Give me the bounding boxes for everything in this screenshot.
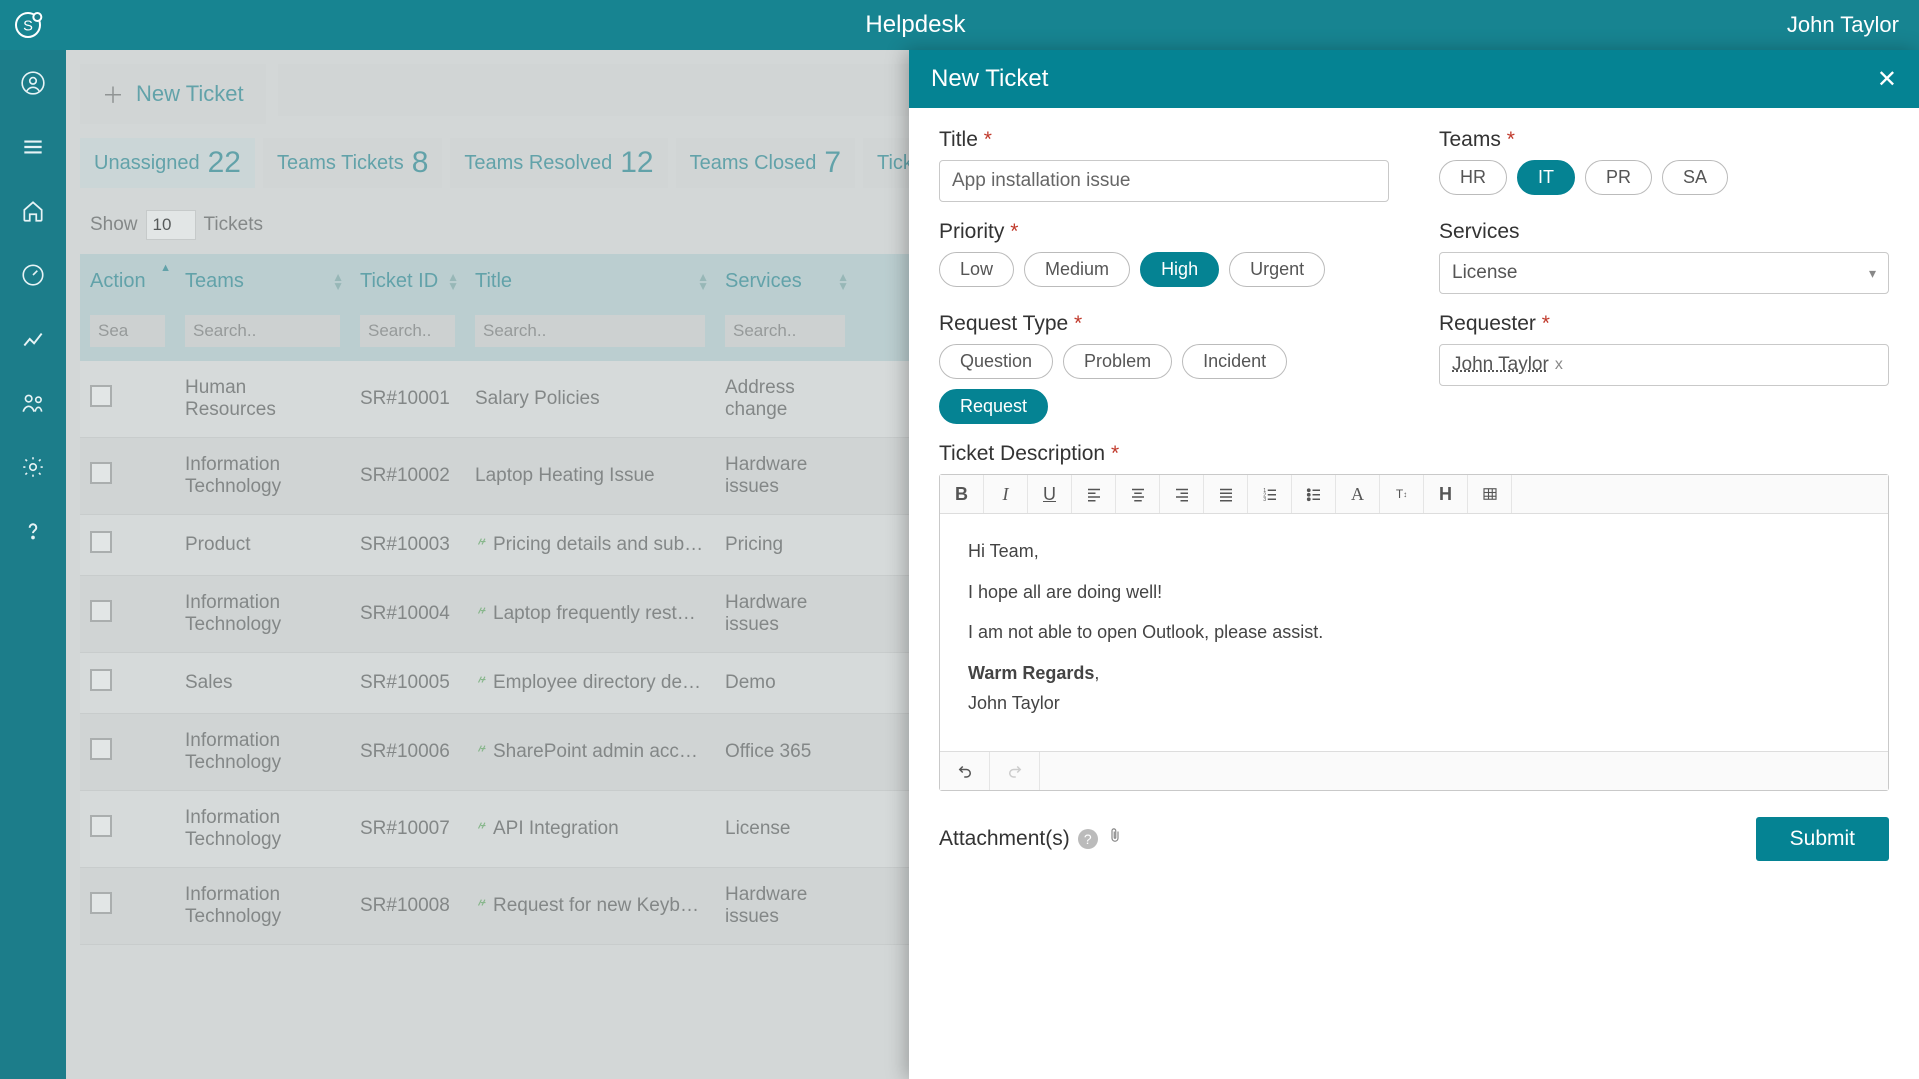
priority-pill-medium[interactable]: Medium bbox=[1024, 252, 1130, 287]
priority-pill-high[interactable]: High bbox=[1140, 252, 1219, 287]
panel-title: New Ticket bbox=[931, 65, 1048, 93]
field-description: Ticket Description * B I U 123 A T↕ H bbox=[939, 442, 1889, 791]
row-checkbox[interactable] bbox=[90, 892, 112, 914]
redo-icon[interactable] bbox=[990, 752, 1040, 790]
field-services: Services License ▾ bbox=[1439, 220, 1889, 294]
search-teams[interactable] bbox=[185, 315, 340, 347]
app-title: Helpdesk bbox=[44, 11, 1787, 39]
paperclip-icon[interactable] bbox=[1106, 825, 1124, 853]
hamburger-icon[interactable] bbox=[18, 132, 48, 162]
search-services[interactable] bbox=[725, 315, 845, 347]
help-icon[interactable] bbox=[18, 516, 48, 546]
field-teams: Teams * HRITPRSA bbox=[1439, 128, 1889, 202]
requester-input[interactable]: John Taylor x bbox=[1439, 344, 1889, 386]
analytics-icon[interactable] bbox=[18, 324, 48, 354]
reqtype-pill-incident[interactable]: Incident bbox=[1182, 344, 1287, 379]
title-input[interactable] bbox=[939, 160, 1389, 202]
align-justify-icon[interactable] bbox=[1204, 475, 1248, 513]
field-priority: Priority * LowMediumHighUrgent bbox=[939, 220, 1389, 294]
close-icon[interactable]: ✕ bbox=[1877, 65, 1897, 94]
col-teams[interactable]: Teams▲▼ bbox=[175, 254, 350, 309]
new-ticket-label: New Ticket bbox=[136, 81, 244, 107]
ordered-list-icon[interactable]: 123 bbox=[1248, 475, 1292, 513]
undo-icon[interactable] bbox=[940, 752, 990, 790]
topbar: S Helpdesk John Taylor bbox=[0, 0, 1919, 50]
remove-requester-icon[interactable]: x bbox=[1555, 356, 1563, 374]
new-ticket-button[interactable]: ＋ New Ticket bbox=[80, 64, 266, 124]
team-pill-pr[interactable]: PR bbox=[1585, 160, 1652, 195]
team-pill-it[interactable]: IT bbox=[1517, 160, 1575, 195]
svg-text:S: S bbox=[23, 18, 33, 34]
search-title[interactable] bbox=[475, 315, 705, 347]
row-checkbox[interactable] bbox=[90, 669, 112, 691]
users-icon[interactable] bbox=[18, 388, 48, 418]
search-action[interactable] bbox=[90, 315, 165, 347]
underline-icon[interactable]: U bbox=[1028, 475, 1072, 513]
bold-icon[interactable]: B bbox=[940, 475, 984, 513]
row-checkbox[interactable] bbox=[90, 531, 112, 553]
editor-toolbar: B I U 123 A T↕ H bbox=[940, 475, 1888, 514]
sidebar bbox=[0, 50, 66, 1079]
show-label: Show bbox=[90, 214, 138, 236]
col-title[interactable]: Title▲▼ bbox=[465, 254, 715, 309]
col-services[interactable]: Services▲▼ bbox=[715, 254, 855, 309]
tab-unassigned[interactable]: Unassigned 22 bbox=[80, 138, 255, 188]
col-action[interactable]: Action▲ bbox=[80, 254, 175, 309]
align-right-icon[interactable] bbox=[1160, 475, 1204, 513]
gauge-icon[interactable] bbox=[18, 260, 48, 290]
app-logo-icon: S bbox=[12, 9, 44, 41]
field-requester: Requester * John Taylor x bbox=[1439, 312, 1889, 424]
svg-text:3: 3 bbox=[1263, 497, 1266, 503]
field-request-type: Request Type * QuestionProblemIncidentRe… bbox=[939, 312, 1389, 424]
gear-icon[interactable] bbox=[18, 452, 48, 482]
row-checkbox[interactable] bbox=[90, 600, 112, 622]
leaf-icon bbox=[475, 818, 489, 832]
team-pill-hr[interactable]: HR bbox=[1439, 160, 1507, 195]
font-color-icon[interactable]: A bbox=[1336, 475, 1380, 513]
services-select[interactable]: License ▾ bbox=[1439, 252, 1889, 294]
show-count-input[interactable] bbox=[146, 210, 196, 240]
profile-icon[interactable] bbox=[18, 68, 48, 98]
font-size-icon[interactable]: T↕ bbox=[1380, 475, 1424, 513]
italic-icon[interactable]: I bbox=[984, 475, 1028, 513]
home-icon[interactable] bbox=[18, 196, 48, 226]
leaf-icon bbox=[475, 603, 489, 617]
priority-pill-urgent[interactable]: Urgent bbox=[1229, 252, 1325, 287]
show-suffix: Tickets bbox=[204, 214, 263, 236]
team-pill-sa[interactable]: SA bbox=[1662, 160, 1728, 195]
heading-icon[interactable]: H bbox=[1424, 475, 1468, 513]
tab-teams-resolved[interactable]: Teams Resolved 12 bbox=[450, 138, 667, 188]
row-checkbox[interactable] bbox=[90, 462, 112, 484]
current-user[interactable]: John Taylor bbox=[1787, 12, 1899, 38]
help-badge-icon[interactable]: ? bbox=[1078, 829, 1098, 849]
priority-pill-low[interactable]: Low bbox=[939, 252, 1014, 287]
new-ticket-panel: New Ticket ✕ Title * Teams * HRITPRSA Pr… bbox=[909, 50, 1919, 1079]
row-checkbox[interactable] bbox=[90, 385, 112, 407]
rich-editor: B I U 123 A T↕ H Hi Team, I hope all bbox=[939, 474, 1889, 791]
leaf-icon bbox=[475, 534, 489, 548]
align-center-icon[interactable] bbox=[1116, 475, 1160, 513]
tab-teams-tickets[interactable]: Teams Tickets 8 bbox=[263, 138, 442, 188]
leaf-icon bbox=[475, 672, 489, 686]
chevron-down-icon: ▾ bbox=[1869, 265, 1876, 282]
tab-teams-closed[interactable]: Teams Closed 7 bbox=[676, 138, 855, 188]
unordered-list-icon[interactable] bbox=[1292, 475, 1336, 513]
field-title: Title * bbox=[939, 128, 1389, 202]
search-ticket[interactable] bbox=[360, 315, 455, 347]
reqtype-pill-problem[interactable]: Problem bbox=[1063, 344, 1172, 379]
plus-icon: ＋ bbox=[102, 78, 124, 110]
leaf-icon bbox=[475, 741, 489, 755]
reqtype-pill-question[interactable]: Question bbox=[939, 344, 1053, 379]
col-ticket-id[interactable]: Ticket ID▲▼ bbox=[350, 254, 465, 309]
panel-header: New Ticket ✕ bbox=[909, 50, 1919, 108]
align-left-icon[interactable] bbox=[1072, 475, 1116, 513]
attachments-label: Attachment(s) ? bbox=[939, 825, 1124, 853]
reqtype-pill-request[interactable]: Request bbox=[939, 389, 1048, 424]
table-icon[interactable] bbox=[1468, 475, 1512, 513]
leaf-icon bbox=[475, 895, 489, 909]
editor-content[interactable]: Hi Team, I hope all are doing well! I am… bbox=[940, 514, 1888, 751]
row-checkbox[interactable] bbox=[90, 738, 112, 760]
submit-button[interactable]: Submit bbox=[1756, 817, 1889, 861]
row-checkbox[interactable] bbox=[90, 815, 112, 837]
